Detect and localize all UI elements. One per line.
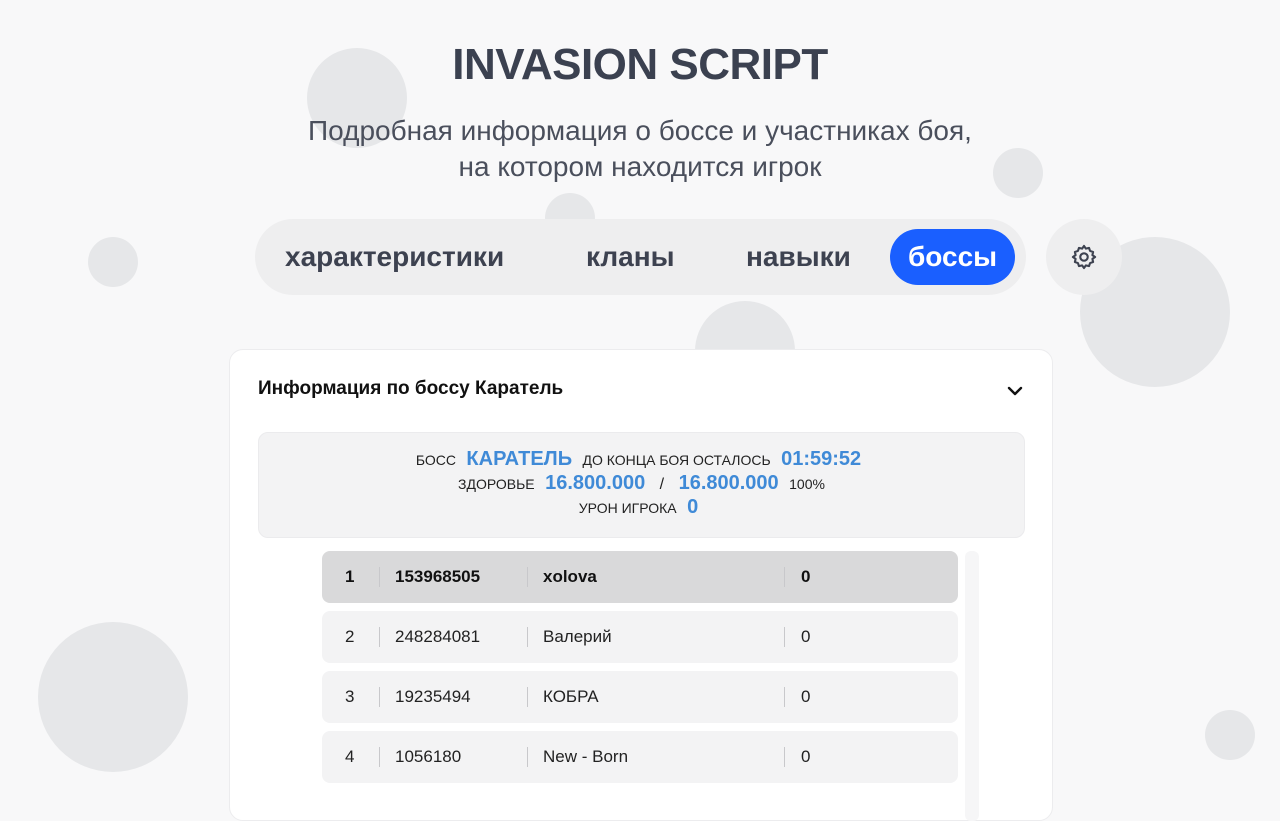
- tab-clans[interactable]: кланы: [586, 219, 675, 295]
- subtitle-line-1: Подробная информация о боссе и участника…: [308, 115, 972, 146]
- boss-name: КАРАТЕЛЬ: [466, 448, 573, 470]
- damage-cell: 0: [801, 567, 811, 586]
- time-left-label: ДО КОНЦА БОЯ ОСТАЛОСЬ: [582, 452, 771, 468]
- column-divider: [527, 687, 528, 707]
- gear-icon: [1071, 244, 1097, 270]
- boss-summary: БОСС КАРАТЕЛЬ ДО КОНЦА БОЯ ОСТАЛОСЬ 01:5…: [258, 432, 1025, 538]
- settings-button[interactable]: [1046, 219, 1122, 295]
- damage-cell: 0: [801, 747, 811, 766]
- page-subtitle: Подробная информация о боссе и участника…: [0, 113, 1280, 185]
- health-current: 16.800.000: [545, 472, 646, 494]
- participants-table: 1 153968505 xolova 0 2 248284081 Валерий…: [322, 551, 958, 791]
- health-separator: /: [659, 476, 665, 493]
- id-cell: 153968505: [395, 567, 481, 586]
- id-cell: 248284081: [395, 627, 481, 646]
- participants-scrollbar[interactable]: [965, 551, 979, 821]
- boss-info-card: Информация по боссу Каратель БОСС КАРАТЕ…: [229, 349, 1053, 821]
- name-cell: Валерий: [543, 627, 612, 646]
- column-divider: [784, 567, 785, 587]
- tab-bosses[interactable]: боссы: [890, 229, 1016, 285]
- column-divider: [784, 747, 785, 767]
- name-cell: xolova: [543, 567, 597, 586]
- rank-cell: 2: [345, 627, 355, 646]
- column-divider: [784, 687, 785, 707]
- decor-bubble: [88, 237, 138, 287]
- time-left-value: 01:59:52: [781, 448, 862, 470]
- name-cell: КОБРА: [543, 687, 599, 706]
- decor-bubble: [38, 622, 188, 772]
- health-percent: 100%: [789, 476, 825, 492]
- tab-characteristics[interactable]: характеристики: [285, 219, 504, 295]
- decor-bubble: [1205, 710, 1255, 760]
- column-divider: [379, 747, 380, 767]
- boss-label: БОСС: [415, 452, 456, 468]
- rank-cell: 3: [345, 687, 355, 706]
- column-divider: [379, 687, 380, 707]
- subtitle-line-2: на котором находится игрок: [458, 151, 822, 182]
- tab-skills[interactable]: навыки: [746, 219, 851, 295]
- damage-label: УРОН ИГРОКА: [578, 500, 677, 516]
- damage-cell: 0: [801, 687, 811, 706]
- column-divider: [527, 627, 528, 647]
- id-cell: 1056180: [395, 747, 462, 766]
- column-divider: [784, 627, 785, 647]
- column-divider: [527, 567, 528, 587]
- table-row[interactable]: 2 248284081 Валерий 0: [322, 611, 958, 663]
- rank-cell: 4: [345, 747, 355, 766]
- damage-cell: 0: [801, 627, 811, 646]
- column-divider: [379, 567, 380, 587]
- table-row[interactable]: 3 19235494 КОБРА 0: [322, 671, 958, 723]
- name-cell: New - Born: [543, 747, 629, 766]
- column-divider: [527, 747, 528, 767]
- column-divider: [379, 627, 380, 647]
- rank-cell: 1: [345, 567, 355, 586]
- health-line: ЗДОРОВЬЕ 16.800.000 / 16.800.000 100%: [259, 472, 1024, 495]
- damage-value: 0: [687, 496, 699, 518]
- table-row[interactable]: 4 1056180 New - Born 0: [322, 731, 958, 783]
- id-cell: 19235494: [395, 687, 471, 706]
- chevron-down-icon[interactable]: [1006, 382, 1024, 400]
- main-nav: характеристики кланы навыки боссы: [255, 219, 1026, 295]
- page-title: INVASION SCRIPT: [452, 40, 828, 89]
- damage-line: УРОН ИГРОКА 0: [259, 496, 1024, 519]
- boss-info-title: Информация по боссу Каратель: [258, 378, 564, 399]
- health-label: ЗДОРОВЬЕ: [458, 476, 535, 492]
- health-max: 16.800.000: [678, 472, 779, 494]
- boss-line: БОСС КАРАТЕЛЬ ДО КОНЦА БОЯ ОСТАЛОСЬ 01:5…: [259, 448, 1024, 471]
- boss-info-header[interactable]: Информация по боссу Каратель: [258, 378, 1024, 404]
- table-row[interactable]: 1 153968505 xolova 0: [322, 551, 958, 603]
